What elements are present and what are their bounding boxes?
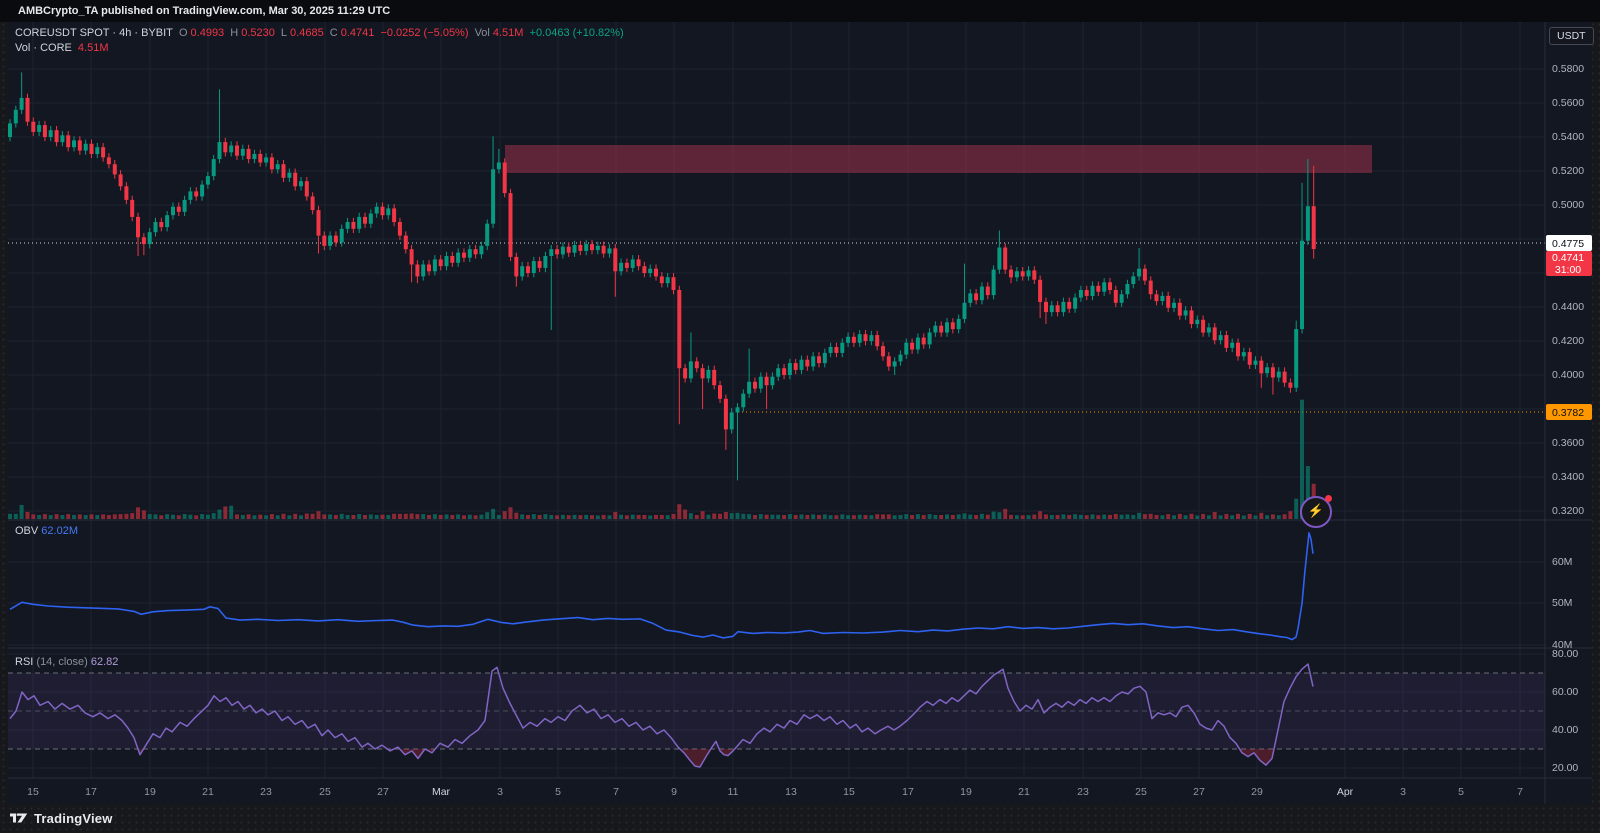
svg-text:0.4400: 0.4400 — [1552, 301, 1584, 313]
svg-text:13: 13 — [785, 786, 797, 798]
volume-value: 4.51M — [493, 27, 524, 39]
svg-text:0.3200: 0.3200 — [1552, 505, 1584, 517]
open-value: 0.4993 — [191, 27, 225, 39]
svg-text:5: 5 — [555, 786, 561, 798]
svg-text:23: 23 — [1077, 786, 1089, 798]
svg-text:3: 3 — [497, 786, 503, 798]
price-chart-svg[interactable]: 0.58000.56000.54000.52000.50000.46000.44… — [8, 22, 1592, 804]
tradingview-wordmark[interactable]: TradingView — [34, 811, 113, 826]
close-value: 0.4741 — [341, 27, 375, 39]
low-value: 0.4685 — [290, 27, 324, 39]
svg-text:19: 19 — [144, 786, 156, 798]
svg-text:15: 15 — [27, 786, 39, 798]
svg-text:7: 7 — [1517, 786, 1523, 798]
svg-text:0.3400: 0.3400 — [1552, 471, 1584, 483]
svg-text:Apr: Apr — [1337, 786, 1354, 798]
legend-row-main: COREUSDT SPOT · 4h · BYBIT O0.4993 H0.52… — [15, 26, 627, 41]
svg-text:11: 11 — [728, 786, 739, 798]
symbol-title[interactable]: COREUSDT SPOT · 4h · BYBIT — [15, 27, 173, 39]
svg-text:17: 17 — [902, 786, 914, 798]
svg-text:21: 21 — [1018, 786, 1030, 798]
svg-text:60.00: 60.00 — [1552, 686, 1578, 698]
svg-text:0.4741: 0.4741 — [1552, 252, 1584, 264]
svg-text:9: 9 — [671, 786, 677, 798]
svg-text:0.4200: 0.4200 — [1552, 335, 1584, 347]
svg-text:23: 23 — [260, 786, 272, 798]
legend-row-volume: Vol · CORE 4.51M — [15, 41, 627, 56]
notification-dot — [1325, 495, 1332, 502]
svg-text:25: 25 — [319, 786, 331, 798]
svg-text:5: 5 — [1458, 786, 1464, 798]
publish-text: AMBCrypto_TA published on TradingView.co… — [18, 5, 390, 17]
chart-legend: COREUSDT SPOT · 4h · BYBIT O0.4993 H0.52… — [15, 26, 627, 56]
publish-bar: AMBCrypto_TA published on TradingView.co… — [0, 0, 1600, 22]
volume-change: +0.0463 (+10.82%) — [530, 27, 624, 39]
svg-text:0.3782: 0.3782 — [1552, 407, 1584, 419]
svg-text:0.4000: 0.4000 — [1552, 369, 1584, 381]
svg-text:27: 27 — [377, 786, 389, 798]
screenshot-frame: AMBCrypto_TA published on TradingView.co… — [0, 0, 1600, 833]
lightning-icon: ⚡ — [1308, 503, 1324, 518]
svg-text:15: 15 — [843, 786, 855, 798]
svg-text:80.00: 80.00 — [1552, 648, 1578, 660]
tradingview-logo-icon[interactable] — [10, 811, 28, 825]
svg-text:17: 17 — [85, 786, 97, 798]
svg-text:0.5000: 0.5000 — [1552, 199, 1584, 211]
svg-text:0.5800: 0.5800 — [1552, 63, 1584, 75]
chart-area[interactable]: 0.58000.56000.54000.52000.50000.46000.44… — [8, 22, 1592, 804]
svg-text:29: 29 — [1251, 786, 1263, 798]
obv-value: 62.02M — [41, 525, 78, 537]
svg-text:7: 7 — [613, 786, 619, 798]
svg-text:0.4775: 0.4775 — [1552, 238, 1584, 250]
svg-text:20.00: 20.00 — [1552, 762, 1578, 774]
change-value: −0.0252 (−5.05%) — [380, 27, 468, 39]
svg-text:50M: 50M — [1552, 597, 1572, 609]
svg-text:0.5400: 0.5400 — [1552, 131, 1584, 143]
svg-text:0.5600: 0.5600 — [1552, 97, 1584, 109]
rsi-indicator-label[interactable]: RSI (14, close) 62.82 — [15, 656, 118, 668]
svg-text:0.3600: 0.3600 — [1552, 437, 1584, 449]
currency-unit-button[interactable]: USDT — [1549, 27, 1594, 45]
svg-text:40.00: 40.00 — [1552, 724, 1578, 736]
svg-text:0.5200: 0.5200 — [1552, 165, 1584, 177]
svg-text:19: 19 — [960, 786, 972, 798]
svg-text:31:00: 31:00 — [1555, 264, 1581, 276]
svg-text:21: 21 — [202, 786, 214, 798]
high-value: 0.5230 — [241, 27, 275, 39]
svg-text:Mar: Mar — [432, 786, 451, 798]
footer-bar: TradingView — [10, 808, 113, 828]
rsi-value: 62.82 — [91, 656, 119, 668]
flash-badge[interactable]: ⚡ — [1300, 496, 1332, 528]
svg-text:3: 3 — [1400, 786, 1406, 798]
obv-indicator-label[interactable]: OBV 62.02M — [15, 525, 78, 537]
svg-text:27: 27 — [1193, 786, 1205, 798]
svg-text:25: 25 — [1135, 786, 1147, 798]
svg-text:60M: 60M — [1552, 556, 1572, 568]
